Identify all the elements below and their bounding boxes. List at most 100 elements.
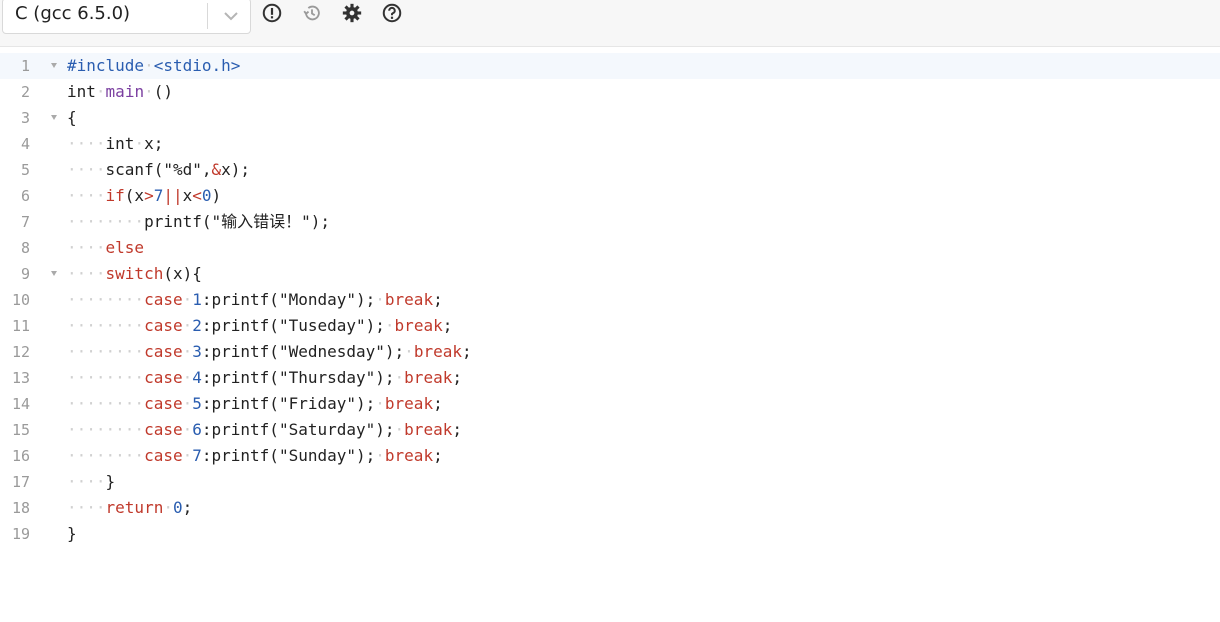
whitespace-marker: · (182, 316, 193, 335)
code-token: { (67, 108, 77, 127)
history-icon[interactable] (301, 2, 323, 24)
whitespace-marker: · (404, 342, 414, 361)
code-text: ····switch(x){ (67, 261, 202, 287)
whitespace-marker: · (163, 498, 173, 517)
code-line[interactable]: 6 ····if(x>7||x<0) (0, 183, 1220, 209)
code-line[interactable]: 3{ (0, 105, 1220, 131)
alert-icon[interactable] (261, 2, 283, 24)
whitespace-marker: ········ (67, 212, 145, 231)
editor-toolbar: C (gcc 6.5.0) (0, 0, 1220, 47)
code-token: break (384, 290, 434, 309)
code-line[interactable]: 17 ····} (0, 469, 1220, 495)
line-number: 3 (20, 109, 30, 127)
code-token: x); (221, 160, 251, 179)
line-number: 1 (20, 57, 30, 75)
help-icon[interactable] (381, 2, 403, 24)
code-token: break (384, 394, 434, 413)
code-token: ; (433, 290, 443, 309)
whitespace-marker: ········ (67, 368, 145, 387)
code-line[interactable]: 19} (0, 521, 1220, 547)
code-token: int (67, 82, 96, 101)
code-token: scanf("%d", (105, 160, 212, 179)
line-number: 6 (20, 187, 30, 205)
code-line[interactable]: 14 ········case·5:printf("Friday");·break… (0, 391, 1220, 417)
line-number: 11 (11, 317, 30, 335)
code-token: #include (67, 56, 145, 75)
code-line[interactable]: 11 ········case·2:printf("Tuseday");·brea… (0, 313, 1220, 339)
code-text: ········case·5:printf("Friday");·break; (67, 391, 443, 417)
fold-arrow-icon[interactable] (51, 63, 57, 68)
code-token: > (144, 186, 154, 205)
code-editor[interactable]: 1 #include·<stdio.h> 2 int·main·() 3{4 ····in… (0, 53, 1220, 622)
code-text: ········case·6:printf("Saturday");·break… (67, 417, 462, 443)
code-line[interactable]: 18 ····return·0; (0, 495, 1220, 521)
code-text: ····scanf("%d",&x); (67, 157, 250, 183)
line-number: 4 (20, 135, 30, 153)
code-token: 0 (172, 498, 183, 517)
code-token: :printf("Tuseday"); (201, 316, 385, 335)
code-token: int (105, 134, 135, 153)
line-number: 8 (20, 239, 30, 257)
code-token: break (404, 420, 453, 439)
code-token: case (144, 290, 183, 309)
code-line[interactable]: 13 ········case·4:printf("Thursday");·bre… (0, 365, 1220, 391)
code-token: main (105, 82, 145, 101)
code-token: 4 (192, 368, 202, 387)
code-token: ; (433, 394, 443, 413)
code-line[interactable]: 9 ····switch(x){ (0, 261, 1220, 287)
code-line[interactable]: 16 ········case·7:printf("Sunday");·break… (0, 443, 1220, 469)
whitespace-marker: ········ (67, 342, 145, 361)
code-token: break (413, 342, 462, 361)
whitespace-marker: · (182, 290, 193, 309)
language-select[interactable]: C (gcc 6.5.0) (2, 0, 251, 34)
code-line[interactable]: 5 ····scanf("%d",&x); (0, 157, 1220, 183)
code-text: ········case·3:printf("Wednesday");·brea… (67, 339, 472, 365)
whitespace-marker: ···· (67, 134, 106, 153)
whitespace-marker: ········ (67, 316, 145, 335)
code-token: < (192, 186, 202, 205)
code-line[interactable]: 15 ········case·6:printf("Saturday");·bre… (0, 417, 1220, 443)
code-text: } (67, 521, 77, 547)
code-token: & (211, 160, 222, 179)
code-token: ; (442, 316, 453, 335)
code-token: ; (433, 446, 443, 465)
code-line[interactable]: 2 int·main·() (0, 79, 1220, 105)
code-line[interactable]: 10 ········case·1:printf("Monday");·break… (0, 287, 1220, 313)
code-line[interactable]: 7 ········printf("输入错误！"); (0, 209, 1220, 235)
code-line[interactable]: 4 ····int·x; (0, 131, 1220, 157)
code-token: ; (452, 368, 462, 387)
fold-arrow-icon[interactable] (51, 271, 57, 276)
code-text: ····return·0; (67, 495, 192, 521)
code-line[interactable]: 1 #include·<stdio.h> (0, 53, 1220, 79)
whitespace-marker: · (375, 446, 385, 465)
line-number: 9 (20, 265, 30, 283)
code-token: ; (182, 498, 193, 517)
whitespace-marker: ········ (67, 420, 145, 439)
code-text: ········case·4:printf("Thursday");·break… (67, 365, 462, 391)
code-token: case (144, 420, 183, 439)
code-text: ········case·7:printf("Sunday");·break; (67, 443, 443, 469)
line-number: 12 (11, 343, 30, 361)
whitespace-marker: · (182, 446, 193, 465)
code-token: || (163, 186, 183, 205)
code-line[interactable]: 8 ····else (0, 235, 1220, 261)
gear-icon[interactable] (341, 2, 363, 24)
language-select-divider (207, 3, 208, 29)
line-number: 17 (11, 473, 30, 491)
code-token: 7 (192, 446, 202, 465)
line-number: 15 (11, 421, 30, 439)
line-number: 19 (11, 525, 30, 543)
code-token: :printf("Thursday"); (201, 368, 395, 387)
whitespace-marker: ···· (67, 472, 106, 491)
code-token: case (144, 368, 183, 387)
line-number: 14 (11, 395, 30, 413)
whitespace-marker: · (95, 82, 106, 101)
whitespace-marker: · (375, 290, 385, 309)
code-token: 5 (192, 394, 202, 413)
whitespace-marker: ········ (67, 290, 145, 309)
whitespace-marker: · (144, 82, 154, 101)
fold-arrow-icon[interactable] (51, 115, 57, 120)
chevron-down-icon[interactable] (219, 4, 243, 28)
code-token: :printf("Friday"); (201, 394, 376, 413)
code-line[interactable]: 12 ········case·3:printf("Wednesday");·br… (0, 339, 1220, 365)
